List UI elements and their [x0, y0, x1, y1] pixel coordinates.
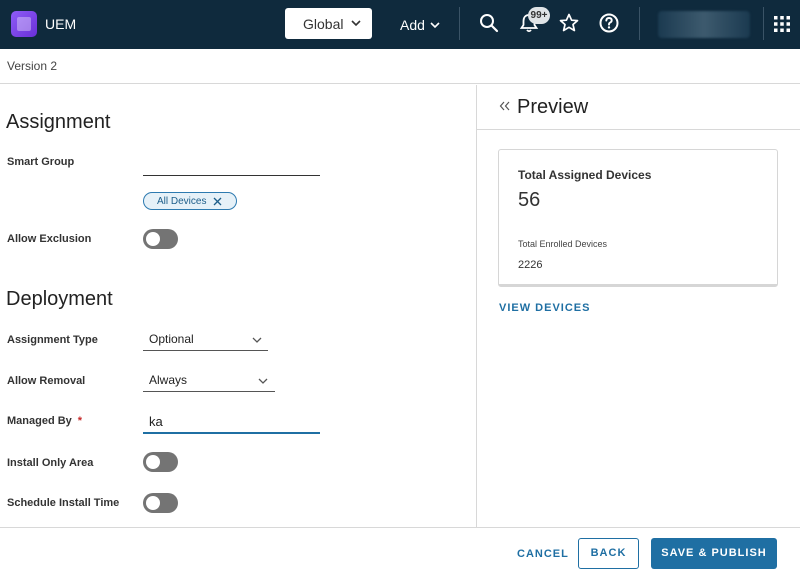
app-name: UEM [45, 16, 77, 32]
install-only-area-toggle[interactable] [143, 452, 178, 472]
schedule-install-time-toggle[interactable] [143, 493, 178, 513]
chevron-down-icon [430, 22, 440, 29]
close-icon[interactable] [213, 197, 222, 206]
allow-removal-label: Allow Removal [7, 375, 86, 387]
smart-group-label: Smart Group [7, 156, 75, 168]
help-icon[interactable] [598, 12, 620, 34]
total-assigned-label: Total Assigned Devices [518, 168, 652, 182]
chevron-down-icon [258, 378, 268, 384]
allow-exclusion-toggle[interactable] [143, 229, 178, 249]
double-chevron-left-icon[interactable] [499, 100, 511, 112]
star-icon[interactable] [558, 12, 580, 34]
allow-removal-select[interactable]: Always [143, 370, 275, 392]
scope-select[interactable]: Global [285, 8, 372, 39]
toolbar-divider [459, 7, 460, 40]
device-summary-card: Total Assigned Devices 56 Total Enrolled… [498, 149, 778, 287]
logo-icon[interactable] [11, 11, 37, 37]
toggle-knob [146, 232, 160, 246]
assignment-type-select[interactable]: Optional [143, 329, 268, 351]
deployment-section-title: Deployment [6, 288, 113, 310]
breadcrumb: Version 2 [0, 49, 800, 84]
chevron-down-icon [252, 337, 262, 343]
total-enrolled-value: 2226 [518, 259, 543, 271]
assignment-type-value: Optional [149, 332, 194, 346]
footer-actions: CANCEL BACK SAVE & PUBLISH [0, 527, 800, 572]
preview-header: Preview [477, 85, 800, 130]
managed-by-input[interactable] [143, 410, 320, 434]
total-assigned-value: 56 [518, 189, 541, 211]
smart-group-input[interactable] [143, 155, 320, 176]
preview-title: Preview [517, 96, 589, 118]
allow-removal-value: Always [149, 373, 188, 387]
scope-select-label: Global [303, 16, 344, 32]
total-enrolled-label: Total Enrolled Devices [518, 239, 608, 249]
install-only-area-label: Install Only Area [7, 457, 94, 469]
assignment-section-title: Assignment [6, 111, 111, 133]
cancel-button[interactable]: CANCEL [517, 548, 569, 560]
allow-exclusion-label: Allow Exclusion [7, 233, 92, 245]
add-button-label: Add [400, 17, 425, 33]
top-navigation-bar: UEM Global Add 99+ [0, 0, 800, 49]
managed-by-label: Managed By * [7, 415, 82, 427]
chevron-down-icon [351, 20, 361, 27]
smart-group-chip: All Devices [143, 192, 237, 210]
chip-label: All Devices [157, 196, 207, 207]
version-label: Version 2 [7, 59, 58, 73]
toolbar-divider [763, 7, 764, 40]
back-button[interactable]: BACK [578, 538, 639, 569]
save-publish-button[interactable]: SAVE & PUBLISH [651, 538, 777, 569]
notification-badge: 99+ [528, 7, 550, 24]
toggle-knob [146, 496, 160, 510]
toolbar-divider [639, 7, 640, 40]
search-icon[interactable] [478, 12, 500, 34]
apps-grid-icon[interactable] [773, 15, 791, 33]
required-indicator: * [77, 415, 83, 427]
panel-divider [476, 85, 477, 527]
view-devices-link[interactable]: VIEW DEVICES [499, 302, 590, 314]
toggle-knob [146, 455, 160, 469]
assignment-form: Assignment Smart Group All Devices Allow… [0, 85, 476, 527]
user-account-menu[interactable] [658, 11, 750, 38]
schedule-install-time-label: Schedule Install Time [7, 497, 120, 509]
assignment-type-label: Assignment Type [7, 334, 98, 346]
managed-by-label-text: Managed By [7, 415, 72, 427]
